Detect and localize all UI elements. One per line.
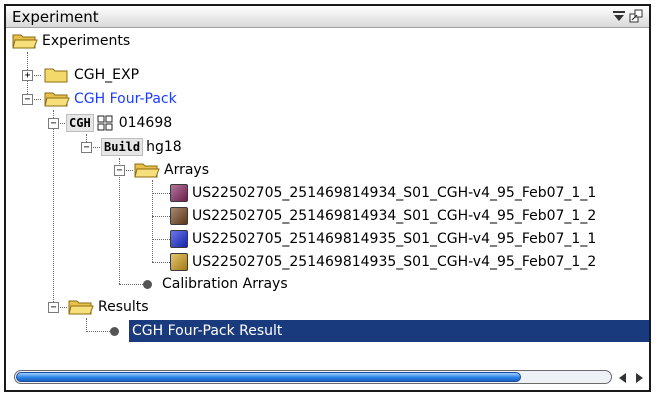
scroll-left-icon[interactable] [616, 371, 630, 385]
panel-title: Experiment [12, 8, 99, 26]
tree-label-results: Results [98, 299, 149, 315]
tree-label-cgh-id: 014698 [118, 115, 173, 131]
experiment-panel: Experiment Experiments + CGH_EXP − CGH F… [4, 4, 651, 392]
folder-open-icon [134, 163, 160, 178]
collapse-toggle-four-pack[interactable]: − [22, 94, 33, 105]
tree-node-array-2[interactable]: US22502705_251469814934_S01_CGH-v4_95_Fe… [170, 205, 596, 227]
scrollbar-track[interactable] [14, 370, 612, 384]
undock-icon[interactable] [629, 9, 643, 23]
microarray-icon [170, 207, 188, 225]
collapse-toggle-cgh-node[interactable]: − [48, 118, 59, 129]
tree-node-results[interactable]: Results [68, 296, 149, 318]
scroll-right-icon[interactable] [632, 371, 646, 385]
expand-toggle-cgh-exp[interactable]: + [22, 70, 33, 81]
collapse-toggle-arrays[interactable]: − [114, 165, 125, 176]
microarray-icon [170, 230, 188, 248]
tree-label-array: US22502705_251469814935_S01_CGH-v4_95_Fe… [192, 231, 597, 247]
tree-node-array-1[interactable]: US22502705_251469814934_S01_CGH-v4_95_Fe… [170, 182, 596, 204]
tree-label-cgh-exp: CGH_EXP [74, 67, 140, 83]
tree-node-result-selected[interactable]: CGH Four-Pack Result [110, 320, 649, 342]
tree-node-cgh-exp[interactable]: CGH_EXP [44, 64, 139, 86]
tree-node-cgh-014698[interactable]: CGH 014698 [66, 112, 172, 134]
tree-node-calibration-arrays[interactable]: Calibration Arrays [143, 273, 288, 295]
collapse-toggle-build-node[interactable]: − [81, 142, 92, 153]
collapse-toggle-results[interactable]: − [48, 302, 59, 313]
experiment-tree: Experiments + CGH_EXP − CGH Four-Pack − … [6, 30, 649, 360]
bullet-icon [143, 279, 152, 289]
tree-label-calibration: Calibration Arrays [162, 276, 288, 292]
tree-node-array-4[interactable]: US22502705_251469814935_S01_CGH-v4_95_Fe… [170, 251, 596, 273]
bullet-icon [110, 326, 119, 336]
tree-label-array: US22502705_251469814934_S01_CGH-v4_95_Fe… [192, 208, 597, 224]
tree-node-cgh-four-pack[interactable]: CGH Four-Pack [44, 88, 177, 110]
tree-label-build: hg18 [146, 139, 182, 155]
tree-label-experiments: Experiments [42, 33, 131, 49]
build-badge: Build [101, 138, 144, 156]
tree-node-arrays[interactable]: Arrays [134, 159, 209, 181]
microarray-icon [170, 253, 188, 271]
folder-open-icon [12, 34, 38, 49]
tree-label-result: CGH Four-Pack Result [129, 320, 649, 342]
tree-node-array-3[interactable]: US22502705_251469814935_S01_CGH-v4_95_Fe… [170, 228, 596, 250]
panel-titlebar: Experiment [6, 6, 649, 28]
folder-open-icon [68, 300, 94, 315]
tree-node-build-hg18[interactable]: Build hg18 [101, 136, 182, 158]
tree-label-cgh-four-pack: CGH Four-Pack [74, 91, 177, 107]
folder-closed-icon [44, 68, 68, 83]
scrollbar-thumb[interactable] [16, 372, 521, 382]
tree-label-arrays: Arrays [164, 162, 210, 178]
tree-label-array: US22502705_251469814935_S01_CGH-v4_95_Fe… [192, 254, 597, 270]
folder-open-icon [44, 92, 70, 107]
microarray-icon [170, 184, 188, 202]
dropdown-menu-icon[interactable] [612, 9, 626, 23]
array-grid-icon [97, 115, 113, 131]
cgh-badge: CGH [66, 114, 94, 132]
tree-node-experiments[interactable]: Experiments [12, 30, 130, 52]
tree-label-array: US22502705_251469814934_S01_CGH-v4_95_Fe… [192, 185, 597, 201]
horizontal-scrollbar[interactable] [14, 366, 645, 388]
